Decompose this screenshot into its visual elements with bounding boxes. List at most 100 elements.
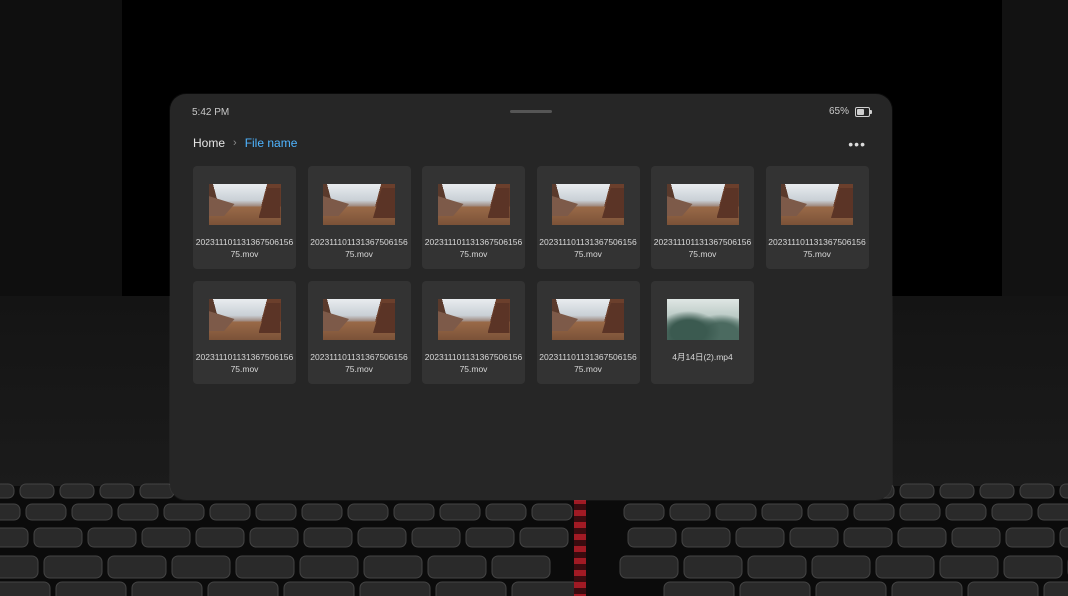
more-options-icon[interactable]: ••• bbox=[848, 136, 866, 152]
theater-aisle-lights bbox=[574, 498, 586, 596]
seat bbox=[0, 503, 21, 521]
video-thumbnail-canyon bbox=[323, 184, 395, 225]
file-tile[interactable]: 20231110113136750615675.mov bbox=[422, 166, 525, 269]
seat bbox=[171, 555, 231, 579]
file-tile[interactable]: 20231110113136750615675.mov bbox=[536, 166, 640, 269]
seat bbox=[747, 555, 807, 579]
seat bbox=[967, 581, 1039, 596]
seat bbox=[899, 483, 935, 499]
seat bbox=[669, 503, 711, 521]
seat bbox=[43, 555, 103, 579]
seat bbox=[683, 555, 743, 579]
file-tile[interactable]: 20231110113136750615675.mov bbox=[651, 166, 754, 269]
seat bbox=[899, 503, 941, 521]
file-tile[interactable]: 20231110113136750615675.mov bbox=[536, 281, 640, 384]
seat bbox=[207, 581, 279, 596]
seat bbox=[853, 503, 895, 521]
seat bbox=[619, 555, 679, 579]
seat bbox=[897, 527, 947, 548]
chevron-right-icon: › bbox=[233, 137, 237, 149]
file-grid: 20231110113136750615675.mov 2023111011313… bbox=[193, 166, 869, 384]
seat bbox=[939, 555, 999, 579]
seat bbox=[623, 503, 665, 521]
battery-icon bbox=[855, 106, 872, 117]
seat bbox=[789, 527, 839, 548]
seat bbox=[531, 503, 573, 521]
seat bbox=[411, 527, 461, 548]
seat bbox=[299, 555, 359, 579]
seat bbox=[735, 527, 785, 548]
window-grab-handle[interactable] bbox=[510, 110, 552, 113]
seat bbox=[807, 503, 849, 521]
seat bbox=[235, 555, 295, 579]
seat bbox=[55, 581, 127, 596]
seat bbox=[249, 527, 299, 548]
seat bbox=[141, 527, 191, 548]
file-name: 20231110113136750615675.mov bbox=[310, 237, 408, 259]
seat bbox=[875, 555, 935, 579]
seat bbox=[439, 503, 481, 521]
seat bbox=[117, 503, 159, 521]
seat bbox=[347, 503, 389, 521]
breadcrumb: Home › File name bbox=[193, 136, 297, 150]
file-name: 20231110113136750615675.mov bbox=[768, 237, 866, 259]
seat bbox=[761, 503, 803, 521]
file-tile[interactable]: 20231110113136750615675.mov bbox=[422, 281, 525, 384]
seat bbox=[363, 555, 423, 579]
seat bbox=[427, 555, 487, 579]
seat bbox=[107, 555, 167, 579]
seat bbox=[0, 555, 39, 579]
file-tile[interactable]: 4月14日(2).mp4 bbox=[651, 281, 754, 384]
status-time: 5:42 PM bbox=[192, 107, 230, 118]
seat bbox=[1059, 483, 1068, 499]
seat bbox=[1043, 581, 1068, 596]
breadcrumb-home[interactable]: Home bbox=[193, 136, 225, 150]
seat bbox=[739, 581, 811, 596]
seat bbox=[1059, 527, 1068, 548]
seat bbox=[195, 527, 245, 548]
file-name: 20231110113136750615675.mov bbox=[539, 237, 637, 259]
file-name: 20231110113136750615675.mov bbox=[539, 352, 637, 374]
video-thumbnail-canyon bbox=[323, 299, 395, 340]
seat bbox=[301, 503, 343, 521]
seat bbox=[209, 503, 251, 521]
video-thumbnail-canyon bbox=[666, 184, 739, 225]
status-bar-right: 65% bbox=[828, 106, 872, 117]
seat bbox=[891, 581, 963, 596]
seat bbox=[843, 527, 893, 548]
file-tile[interactable]: 20231110113136750615675.mov bbox=[307, 166, 411, 269]
seat bbox=[465, 527, 515, 548]
seat bbox=[939, 483, 975, 499]
video-thumbnail-forest bbox=[666, 299, 739, 340]
breadcrumb-current: File name bbox=[244, 136, 298, 150]
seat bbox=[59, 483, 95, 499]
seat bbox=[0, 483, 15, 499]
seat bbox=[359, 581, 431, 596]
theater-wall-left bbox=[0, 0, 122, 296]
file-tile[interactable]: 20231110113136750615675.mov bbox=[307, 281, 411, 384]
battery-percent: 65% bbox=[828, 106, 849, 117]
seat bbox=[0, 581, 51, 596]
seat bbox=[511, 581, 583, 596]
seat bbox=[71, 503, 113, 521]
seat bbox=[0, 527, 29, 548]
seat bbox=[33, 527, 83, 548]
seat bbox=[715, 503, 757, 521]
seat bbox=[951, 527, 1001, 548]
file-tile[interactable]: 20231110113136750615675.mov bbox=[193, 281, 296, 384]
seat bbox=[163, 503, 205, 521]
seat bbox=[663, 581, 735, 596]
file-tile[interactable]: 20231110113136750615675.mov bbox=[193, 166, 296, 269]
seat bbox=[627, 527, 677, 548]
seat bbox=[1005, 527, 1055, 548]
seat bbox=[139, 483, 175, 499]
seat bbox=[25, 503, 67, 521]
file-tile[interactable]: 20231110113136750615675.mov bbox=[765, 166, 869, 269]
seat bbox=[979, 483, 1015, 499]
seat bbox=[87, 527, 137, 548]
seat bbox=[519, 527, 569, 548]
seat bbox=[811, 555, 871, 579]
seat bbox=[1019, 483, 1055, 499]
video-thumbnail-canyon bbox=[781, 184, 853, 225]
seat bbox=[435, 581, 507, 596]
